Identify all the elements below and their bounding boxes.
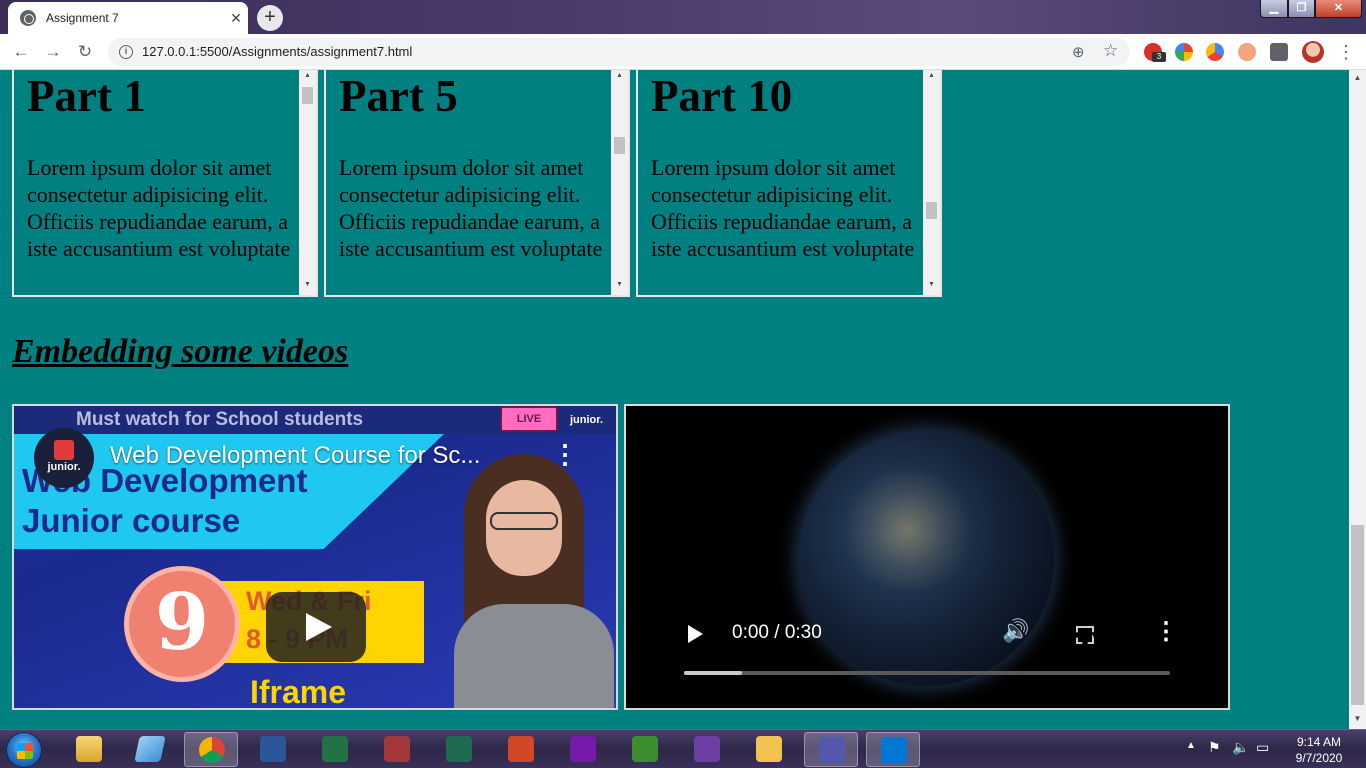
more-options-icon[interactable]: ⋮ [1154, 620, 1178, 644]
scroll-box-part-5[interactable]: Part 5 Lorem ipsum dolor sit amet consec… [324, 70, 630, 297]
scrollbar-thumb[interactable] [926, 202, 937, 219]
profile-avatar[interactable] [1302, 41, 1324, 63]
part-content: Part 5 Lorem ipsum dolor sit amet consec… [339, 70, 611, 262]
box-scrollbar[interactable]: ▲ ▼ [299, 70, 316, 295]
part-title: Part 5 [339, 71, 458, 121]
thumbnail-number: 9 [124, 566, 240, 682]
site-info-icon[interactable]: i [119, 45, 133, 59]
browser-titlebar: Assignment 7 ✕ + ▁ ❐ ✕ [0, 0, 1366, 34]
video-progress-fill [684, 671, 743, 675]
page-viewport: Part 1 Lorem ipsum dolor sit amet consec… [0, 70, 1349, 729]
clock-time: 9:14 AM [1296, 735, 1342, 749]
reload-icon[interactable]: ↻ [74, 41, 96, 63]
channel-avatar[interactable]: junior. [34, 428, 94, 488]
chrome-taskbar-icon[interactable] [184, 732, 238, 767]
part-content: Part 1 Lorem ipsum dolor sit amet consec… [27, 70, 299, 262]
puzzle-extensions-icon[interactable] [1270, 43, 1288, 61]
box-scrollbar[interactable]: ▲ ▼ [611, 70, 628, 295]
clock-date: 9/7/2020 [1295, 751, 1343, 765]
part-title: Part 1 [27, 71, 146, 121]
back-arrow-icon[interactable]: ← [10, 41, 32, 63]
more-options-icon[interactable]: ⋮ [552, 441, 578, 467]
chrome-menu-icon[interactable]: ⋮ [1336, 43, 1356, 61]
video-title[interactable]: Web Development Course for Sc... [110, 442, 480, 470]
fullscreen-icon[interactable] [1076, 626, 1094, 644]
windows-taskbar: ▲ ⚑ 🔈 ▭ 9:14 AM 9/7/2020 [0, 729, 1366, 768]
scroll-box-part-10[interactable]: Part 10 Lorem ipsum dolor sit amet conse… [636, 70, 942, 297]
channel-tag: junior. [570, 414, 603, 426]
extension-badge: 3 [1152, 52, 1166, 62]
url-text[interactable]: 127.0.0.1:5500/Assignments/assignment7.h… [142, 44, 412, 59]
part-text: Lorem ipsum dolor sit amet consectetur a… [27, 155, 291, 261]
earth-video-frame [798, 430, 1054, 686]
system-clock[interactable]: 9:14 AM 9/7/2020 [1284, 734, 1354, 766]
onenote-taskbar-icon[interactable] [556, 732, 610, 767]
word-taskbar-icon[interactable] [246, 732, 300, 767]
face-extension-icon[interactable] [1238, 43, 1256, 61]
volume-icon[interactable]: 🔈 [1232, 739, 1249, 756]
minimize-window-button[interactable]: ▁ [1260, 0, 1288, 18]
video-progress-track[interactable] [684, 671, 1170, 675]
sync-taskbar-icon[interactable] [618, 732, 672, 767]
part-text: Lorem ipsum dolor sit amet consectetur a… [651, 155, 915, 261]
youtube-embed[interactable]: Must watch for School students Web Devel… [12, 404, 618, 710]
bookmark-star-icon[interactable]: ☆ [1103, 41, 1118, 61]
publisher-taskbar-icon[interactable] [432, 732, 486, 767]
part-content: Part 10 Lorem ipsum dolor sit amet conse… [651, 70, 923, 262]
forward-arrow-icon[interactable]: → [42, 41, 64, 63]
page-scrollbar-thumb[interactable] [1351, 525, 1364, 705]
maximize-window-button[interactable]: ❐ [1288, 0, 1315, 18]
network-icon[interactable]: ▭ [1256, 739, 1269, 756]
new-tab-button[interactable]: + [257, 5, 283, 31]
html5-video[interactable]: 0:00 / 0:30 🔊 ⋮ [624, 404, 1230, 710]
page-scrollbar[interactable]: ▲ ▼ [1349, 70, 1366, 729]
video-time: 0:00 / 0:30 [732, 622, 822, 643]
part-title: Part 10 [651, 71, 793, 121]
close-tab-icon[interactable]: ✕ [224, 10, 248, 27]
start-button[interactable] [6, 732, 42, 768]
action-center-flag-icon[interactable]: ⚑ [1208, 739, 1221, 756]
close-window-button[interactable]: ✕ [1315, 0, 1362, 18]
explorer-taskbar-icon[interactable] [62, 732, 116, 767]
arrow-extension-icon[interactable] [1206, 43, 1224, 61]
address-bar[interactable]: i 127.0.0.1:5500/Assignments/assignment7… [108, 38, 1130, 66]
play-button[interactable] [266, 592, 366, 662]
scrollbar-thumb[interactable] [614, 137, 625, 154]
zoom-icon[interactable]: ⊕ [1072, 43, 1085, 61]
pinwheel-extension-icon[interactable] [1175, 43, 1193, 61]
thumbnail-line-2: Junior course [22, 502, 241, 539]
outlook-taskbar-icon[interactable] [742, 732, 796, 767]
teams-taskbar-icon[interactable] [804, 732, 858, 767]
access-taskbar-icon[interactable] [370, 732, 424, 767]
part-text: Lorem ipsum dolor sit amet consectetur a… [339, 155, 603, 261]
section-heading: Embedding some videos [12, 333, 349, 370]
notes-taskbar-icon[interactable] [123, 732, 177, 767]
powerpoint-taskbar-icon[interactable] [494, 732, 548, 767]
infopath-taskbar-icon[interactable] [680, 732, 734, 767]
scrollbar-thumb[interactable] [302, 87, 313, 104]
scroll-box-part-1[interactable]: Part 1 Lorem ipsum dolor sit amet consec… [12, 70, 318, 297]
browser-tab[interactable]: Assignment 7 ✕ [8, 2, 248, 34]
globe-icon [20, 10, 36, 26]
volume-icon[interactable]: 🔊 [1002, 618, 1029, 644]
live-badge: LIVE [500, 406, 558, 432]
show-hidden-icons[interactable]: ▲ [1186, 740, 1196, 751]
play-icon[interactable] [688, 625, 703, 643]
thumbnail-iframe-word: Iframe [250, 674, 347, 710]
tab-title: Assignment 7 [46, 11, 119, 25]
presenter-image [454, 454, 614, 708]
vscode-taskbar-icon[interactable] [866, 732, 920, 767]
box-scrollbar[interactable]: ▲ ▼ [923, 70, 940, 295]
excel-taskbar-icon[interactable] [308, 732, 362, 767]
